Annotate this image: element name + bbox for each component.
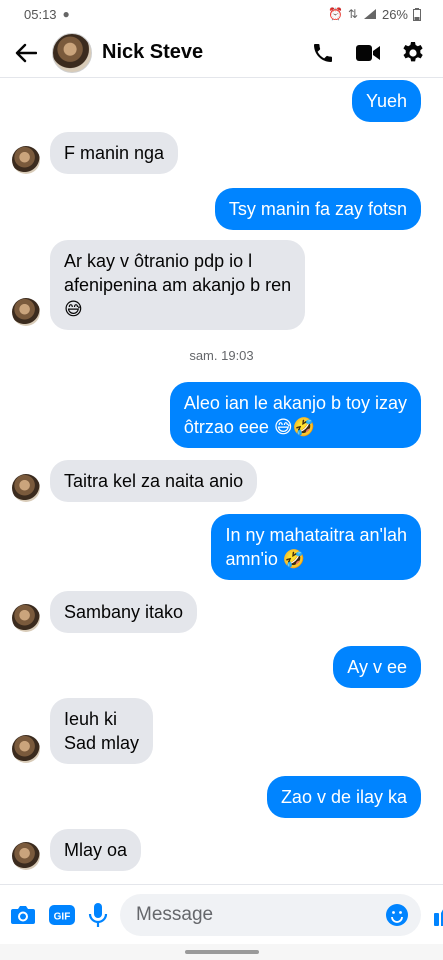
- message-bubble-outgoing[interactable]: Tsy manin fa zay fotsn: [214, 188, 421, 230]
- message-bubble-outgoing[interactable]: Yueh: [351, 80, 421, 122]
- message-composer: GIF: [0, 884, 443, 944]
- voice-button[interactable]: [88, 899, 108, 931]
- message-bubble-outgoing[interactable]: Ay v ee: [333, 646, 421, 688]
- sender-avatar[interactable]: [12, 298, 40, 326]
- thread-timestamp: sam. 19:03: [189, 348, 254, 363]
- message-bubble-outgoing[interactable]: Aleo ian le akanjo b toy izay ôtrzao eee…: [169, 382, 421, 448]
- gif-icon: GIF: [49, 904, 75, 925]
- gif-button[interactable]: GIF: [48, 899, 76, 931]
- sender-avatar[interactable]: [12, 474, 40, 502]
- header-actions: [311, 41, 443, 65]
- battery-percent: 26%: [381, 6, 408, 22]
- status-right: ⏰ ⇅ 26%: [328, 7, 421, 22]
- call-button[interactable]: [311, 41, 335, 65]
- signal-icon: [363, 9, 376, 19]
- sender-avatar[interactable]: [12, 735, 40, 763]
- emoji-button[interactable]: [381, 899, 413, 931]
- contact-name[interactable]: Nick Steve: [102, 41, 311, 64]
- camera-button[interactable]: [10, 899, 36, 931]
- contact-avatar[interactable]: [52, 32, 92, 73]
- message-input[interactable]: [136, 903, 381, 926]
- data-icon: ⇅: [347, 7, 358, 21]
- message-thread[interactable]: Yueh F manin nga Tsy manin fa zay fotsn …: [0, 78, 443, 884]
- message-bubble-incoming[interactable]: Ieuh ki Sad mlay: [50, 698, 154, 764]
- message-field-wrapper: [120, 893, 421, 936]
- conversation-header: Nick Steve: [0, 28, 443, 78]
- phone-icon: [314, 43, 332, 62]
- microphone-icon: [88, 902, 108, 927]
- emoji-icon: [386, 903, 408, 926]
- camera-icon: [11, 905, 35, 924]
- alarm-icon: ⏰: [327, 7, 343, 21]
- battery-icon: [413, 7, 421, 21]
- home-gesture-handle[interactable]: [184, 950, 259, 954]
- message-bubble-incoming[interactable]: F manin nga: [50, 132, 179, 174]
- message-bubble-incoming[interactable]: Mlay oa: [50, 829, 142, 871]
- thumbs-up-icon: [434, 908, 443, 926]
- sender-avatar[interactable]: [12, 604, 40, 632]
- message-bubble-incoming[interactable]: Sambany itako: [50, 591, 198, 633]
- message-bubble-outgoing[interactable]: In ny mahataitra an'lah amn'io 🤣: [211, 514, 421, 580]
- status-left: 05:13 ●: [24, 7, 70, 22]
- message-bubble-outgoing[interactable]: Zao v de ilay ka: [266, 776, 421, 818]
- sender-avatar[interactable]: [12, 842, 40, 870]
- like-button[interactable]: [433, 899, 443, 931]
- svg-text:GIF: GIF: [54, 911, 71, 922]
- message-bubble-incoming[interactable]: Taitra kel za naita anio: [50, 460, 258, 502]
- video-call-button[interactable]: [355, 43, 381, 63]
- settings-button[interactable]: [401, 41, 425, 65]
- system-navigation-bar: [0, 944, 443, 960]
- status-bar: 05:13 ● ⏰ ⇅ 26%: [0, 0, 443, 28]
- status-time: 05:13: [24, 6, 57, 22]
- message-bubble-incoming[interactable]: Ar kay v ôtranio pdp io l afenipenina am…: [50, 240, 306, 330]
- gear-icon: [403, 41, 423, 61]
- back-button[interactable]: [0, 28, 52, 78]
- arrow-left-icon: [15, 43, 37, 62]
- app-notification-icon: ●: [62, 7, 70, 21]
- video-camera-icon: [356, 44, 380, 61]
- sender-avatar[interactable]: [12, 146, 40, 174]
